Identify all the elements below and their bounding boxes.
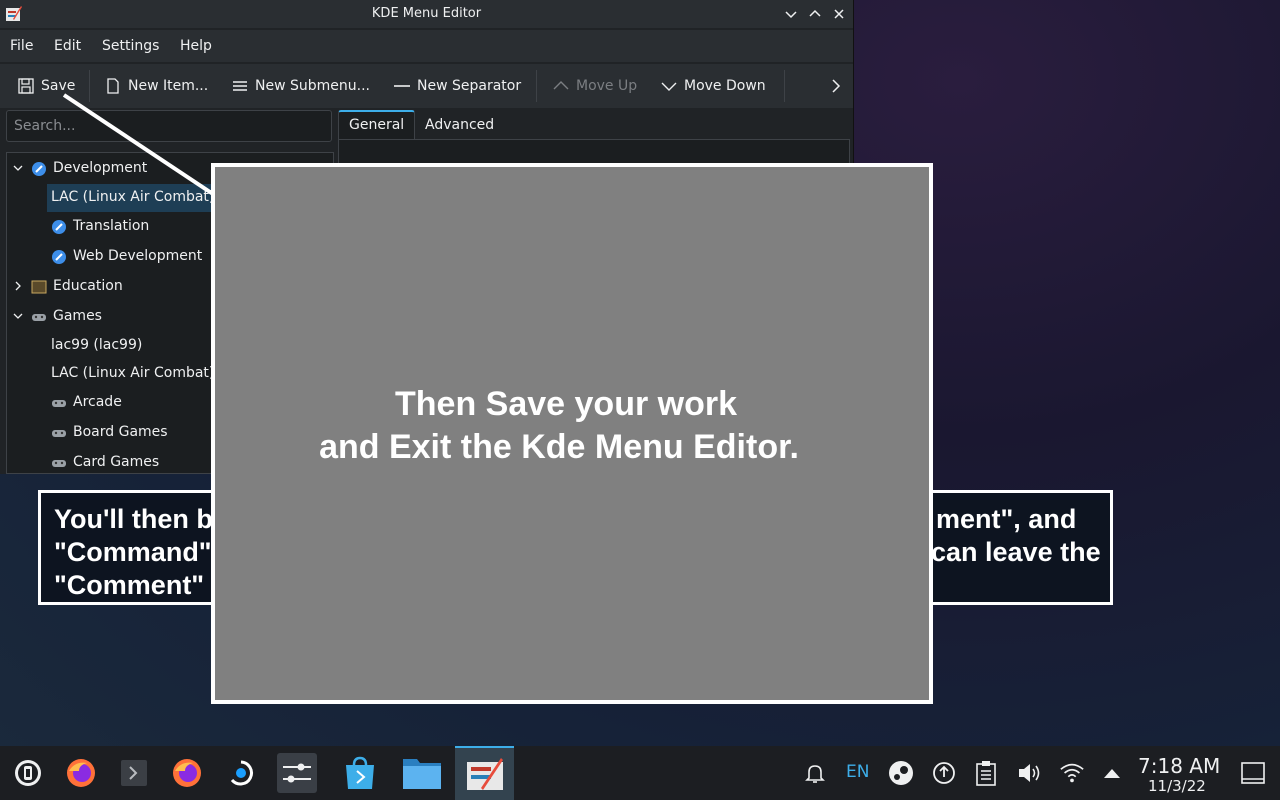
development-icon <box>52 220 66 234</box>
instruction-line: and Exit the Kde Menu Editor. <box>319 428 799 466</box>
update-icon[interactable] <box>931 760 957 786</box>
tree-item-label: Card Games <box>73 454 160 470</box>
tab-general[interactable]: General <box>338 110 416 140</box>
move-up-label: Move Up <box>576 78 638 94</box>
development-icon <box>32 162 46 176</box>
search-input[interactable] <box>6 110 332 142</box>
taskbar: EN 7:18 AM 11/3/22 <box>0 746 1280 800</box>
save-button[interactable]: Save <box>17 76 75 96</box>
minimize-icon[interactable] <box>782 5 800 23</box>
move-down-icon <box>661 82 677 91</box>
tree-item-label: Games <box>53 308 102 324</box>
system-settings-icon[interactable] <box>270 746 324 800</box>
steam-icon[interactable] <box>214 746 268 800</box>
chevron-right-icon[interactable] <box>828 78 844 94</box>
tree-item-label: LAC (Linux Air Combat) <box>51 365 215 381</box>
kde-menu-editor-icon[interactable] <box>455 746 514 800</box>
gamepad-icon <box>52 400 66 407</box>
new-submenu-icon <box>233 81 247 91</box>
bell-icon[interactable] <box>802 760 828 786</box>
new-separator-label: New Separator <box>417 78 522 94</box>
application-launcher-icon[interactable] <box>1 746 55 800</box>
tree-item-label: Arcade <box>73 394 122 410</box>
new-item-icon <box>107 78 119 94</box>
caption-line: ment", and <box>936 504 1077 534</box>
terminal-icon[interactable] <box>107 746 161 800</box>
move-up-icon <box>553 81 569 90</box>
volume-icon[interactable] <box>1016 760 1042 786</box>
tab-advanced[interactable]: Advanced <box>415 110 504 140</box>
menu-settings[interactable]: Settings <box>102 38 159 54</box>
window-title: KDE Menu Editor <box>371 6 482 21</box>
tree-item-label: Education <box>53 278 123 294</box>
menu-edit[interactable]: Edit <box>54 38 81 54</box>
close-icon[interactable] <box>830 5 848 23</box>
arrow-up-icon[interactable] <box>1099 760 1125 786</box>
firefox-icon[interactable] <box>54 746 108 800</box>
gamepad-icon <box>52 430 66 437</box>
toolbar-separator <box>89 70 90 102</box>
caption-line: You'll then b <box>54 504 213 534</box>
steam-tray-icon[interactable] <box>888 760 914 786</box>
tree-item-label: LAC (Linux Air Combat) <box>51 189 215 205</box>
new-submenu-button[interactable]: New Submenu... <box>231 76 370 96</box>
show-desktop-icon[interactable] <box>1240 760 1266 786</box>
caption-line: can leave the <box>931 537 1101 567</box>
clock-date[interactable]: 11/3/22 <box>1148 777 1206 795</box>
menu-file[interactable]: File <box>10 38 33 54</box>
caption-line: "Comment" - <box>54 570 221 600</box>
chevron-right-icon[interactable] <box>13 281 23 291</box>
menu-bar: File Edit Settings Help <box>0 30 853 62</box>
clipboard-icon[interactable] <box>973 760 999 786</box>
firefox-icon[interactable] <box>160 746 214 800</box>
move-down-label: Move Down <box>684 78 766 94</box>
gamepad-icon <box>52 460 66 467</box>
save-label: Save <box>41 78 76 94</box>
new-separator-icon <box>394 85 410 87</box>
discover-icon[interactable] <box>333 746 387 800</box>
keyboard-layout-indicator[interactable]: EN <box>846 762 869 782</box>
tree-item-label: lac99 (lac99) <box>51 337 143 353</box>
wifi-icon[interactable] <box>1059 760 1085 786</box>
development-icon <box>52 250 66 264</box>
title-bar[interactable]: KDE Menu Editor <box>0 0 853 28</box>
move-up-button[interactable]: Move Up <box>552 76 637 96</box>
tree-item-label: Translation <box>73 218 150 234</box>
toolbar-separator <box>536 70 537 102</box>
tree-item-label: Development <box>53 160 148 176</box>
instruction-line: Then Save your work <box>395 385 737 423</box>
new-item-button[interactable]: New Item... <box>104 76 208 96</box>
save-icon <box>18 78 34 94</box>
new-separator-button[interactable]: New Separator <box>393 76 521 96</box>
education-icon <box>31 280 47 294</box>
menu-help[interactable]: Help <box>180 38 212 54</box>
maximize-icon[interactable] <box>806 5 824 23</box>
tree-item-label: Web Development <box>73 248 203 264</box>
file-manager-icon[interactable] <box>395 746 449 800</box>
gamepad-icon <box>32 314 46 321</box>
toolbar: Save New Item... New Submenu... New Sepa… <box>0 64 853 108</box>
clock-time[interactable]: 7:18 AM <box>1138 754 1220 778</box>
toolbar-separator <box>784 70 785 102</box>
new-item-label: New Item... <box>128 78 209 94</box>
instruction-overlay: Then Save your work and Exit the Kde Men… <box>211 163 933 704</box>
chevron-down-icon[interactable] <box>13 163 23 173</box>
tree-item-label: Board Games <box>73 424 168 440</box>
new-submenu-label: New Submenu... <box>255 78 370 94</box>
chevron-down-icon[interactable] <box>13 311 23 321</box>
caption-line: "Command" <box>54 537 212 567</box>
move-down-button[interactable]: Move Down <box>660 76 766 96</box>
instruction-text: Then Save your work and Exit the Kde Men… <box>215 383 929 469</box>
